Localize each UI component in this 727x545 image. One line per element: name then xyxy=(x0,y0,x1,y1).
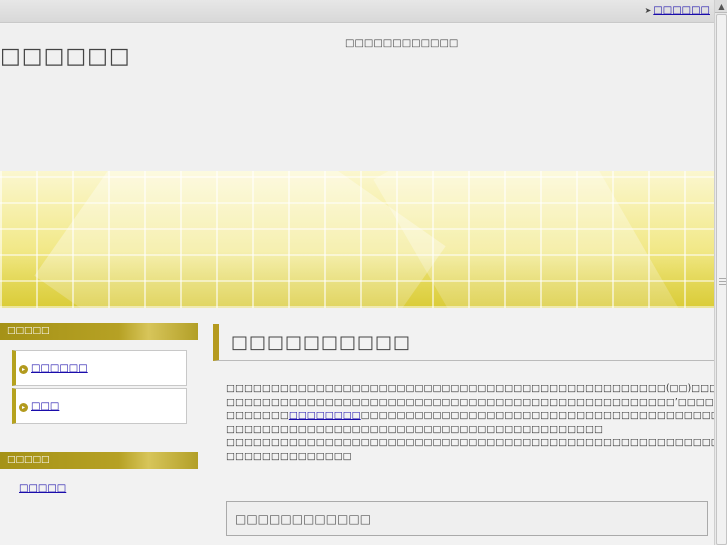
scroll-thumb[interactable] xyxy=(716,14,727,545)
paragraph: □□□□□□□□□□□□□□□□□□□□□□□□□□□□□□□□□□□□□□□□… xyxy=(226,437,714,449)
sidebar-item[interactable]: ▸ □□□□□□ xyxy=(12,350,187,386)
grip-icon xyxy=(719,277,726,285)
top-link[interactable]: □□□□□□ xyxy=(653,5,710,16)
article-body: □□□□□□□□□□□□□□□□□□□□□□□□□□□□□□□□□□□□□□□□… xyxy=(226,382,714,464)
scroll-up-icon[interactable]: ▲ xyxy=(715,0,727,13)
header-banner-image xyxy=(0,171,714,308)
paragraph: □□□□□□□□□□□□□□□□□□□□□□□□□□□□□□□□□□□□□□□□… xyxy=(226,409,714,423)
subheading-box: □□□□□□□□□□□□ xyxy=(226,501,708,536)
bullet-icon: ▸ xyxy=(19,365,28,374)
paragraph: □□□□□□□□□□□□□□□□□□□□□□□□□□□□□□□□□□□□□□□□… xyxy=(226,423,603,435)
sidebar: □□□□□ ▸ □□□□□□ ▸ □□□ □□□□□ □□□□□ xyxy=(0,308,200,545)
sidebar-item-link[interactable]: □□□□□□ xyxy=(31,363,88,374)
site-title[interactable]: □□□□□□ xyxy=(0,44,131,69)
paragraph-text: □□□□□□□□□□□□□□□□□□□□□□□□□□□□□□□□□□□□□□□□… xyxy=(360,410,714,422)
sidebar-section-title: □□□□□ xyxy=(0,323,198,340)
paragraph-text: □□□□□□□ xyxy=(226,410,289,422)
paragraph: □□□□□□□□□□□□□□□□□□□□□□□□□□□□□□□□□□□□□□□□… xyxy=(226,383,714,394)
bullet-icon: ▸ xyxy=(19,403,28,412)
inline-link[interactable]: □□□□□□□□ xyxy=(289,410,361,421)
paragraph: □□□□□□□□□□□□□□□□□□□□□□□□□□□□□□□□□□□□□□□□… xyxy=(226,396,714,408)
page-title: □□□□□□□□□□ xyxy=(213,324,714,361)
site-description: □□□□□□□□□□□□ xyxy=(345,38,459,49)
paragraph: □□□□□□□□□□□□□□ xyxy=(226,450,352,462)
page: ➤ □□□□□□ □□□□□□ □□□□□□□□□□□□ □□□□□ ▸ □□□□… xyxy=(0,0,714,545)
sidebar-item[interactable]: ▸ □□□ xyxy=(12,388,187,424)
main-content: □□□□□□□□□□ □□□□□□□□□□□□□□□□□□□□□□□□□□□□□… xyxy=(213,324,714,545)
top-link-container: ➤ □□□□□□ xyxy=(645,5,710,16)
header: □□□□□□ □□□□□□□□□□□□ xyxy=(0,24,714,171)
arrow-right-icon: ➤ xyxy=(644,6,652,15)
scrollbar[interactable]: ▲ xyxy=(714,0,727,545)
sidebar-item-link[interactable]: □□□ xyxy=(31,401,59,412)
top-bar: ➤ □□□□□□ xyxy=(0,0,714,23)
sidebar-link[interactable]: □□□□□ xyxy=(19,483,66,494)
sidebar-section-title: □□□□□ xyxy=(0,452,198,469)
